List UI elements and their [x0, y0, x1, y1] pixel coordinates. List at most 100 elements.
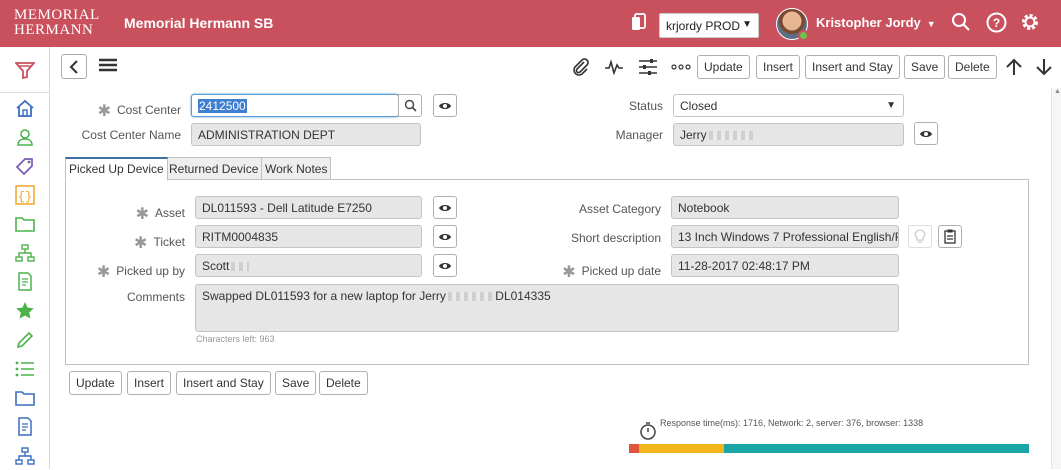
- nav-list[interactable]: [0, 354, 49, 383]
- cost-center-name-field: ADMINISTRATION DEPT: [191, 123, 421, 146]
- bottom-save-button[interactable]: Save: [275, 371, 317, 395]
- user-icon: [16, 128, 33, 146]
- ticket-preview-button[interactable]: [433, 225, 457, 248]
- required-asterisk-icon: ✱: [135, 206, 149, 223]
- nav-document[interactable]: [0, 267, 49, 296]
- user-instance-value: krjordy PROD: [666, 19, 741, 33]
- scroll-up-icon[interactable]: ▲: [1054, 88, 1061, 95]
- nav-document-2[interactable]: [0, 412, 49, 441]
- online-status-icon: [798, 30, 809, 41]
- update-button[interactable]: Update: [697, 55, 750, 79]
- characters-left: Characters left: 963: [196, 334, 275, 344]
- eye-icon: [439, 233, 451, 240]
- cost-center-name-label: Cost Center Name: [81, 128, 181, 142]
- chevron-down-icon: ▼: [886, 100, 896, 111]
- comments-text-2: DL014335: [495, 289, 551, 303]
- template-button[interactable]: [938, 225, 962, 248]
- nav-folder[interactable]: [0, 209, 49, 238]
- memorial-hermann-logo[interactable]: MEMORIAL HERMANN: [14, 8, 114, 40]
- response-time-text: Response time(ms): 1716, Network: 2, ser…: [660, 418, 924, 428]
- cost-center-input[interactable]: 2412500: [191, 94, 399, 117]
- manager-label: Manager: [615, 128, 663, 142]
- suggestion-button[interactable]: [908, 225, 932, 248]
- nav-edit[interactable]: [0, 325, 49, 354]
- list-icon: [15, 361, 34, 376]
- ticket-label: ✱ Ticket: [90, 231, 185, 252]
- left-navigation: {}: [0, 47, 50, 469]
- scrollbar[interactable]: ▲: [1051, 88, 1061, 469]
- folder-icon: [14, 390, 35, 406]
- nav-favorites[interactable]: [0, 296, 49, 325]
- bottom-update-button[interactable]: Update: [69, 371, 122, 395]
- tab-work-notes[interactable]: Work Notes: [261, 157, 332, 180]
- chevron-down-icon: ▼: [742, 19, 752, 30]
- picked-up-by-value: Scott: [202, 259, 230, 273]
- arrow-up-icon[interactable]: [1003, 56, 1025, 78]
- comments-textarea[interactable]: Swapped DL011593 for a new laptop for Je…: [195, 284, 899, 332]
- user-menu[interactable]: Kristopher Jordy ▼: [816, 15, 936, 30]
- picked-up-by-label-text: Picked up by: [116, 264, 185, 278]
- asset-preview-button[interactable]: [433, 196, 457, 219]
- delete-button[interactable]: Delete: [948, 55, 997, 79]
- asset-category-label: Asset Category: [578, 202, 661, 216]
- nav-user[interactable]: [0, 122, 49, 151]
- insert-and-stay-button[interactable]: Insert and Stay: [805, 55, 900, 79]
- form-toolbar: Update Insert Insert and Stay Save Delet…: [51, 47, 1061, 87]
- help-icon[interactable]: ?: [985, 11, 1007, 33]
- avatar[interactable]: [776, 8, 809, 41]
- more-options-icon[interactable]: [670, 56, 692, 78]
- back-button[interactable]: [61, 54, 87, 79]
- nav-hierarchy-2[interactable]: [0, 441, 49, 470]
- comments-text-1: Swapped DL011593 for a new laptop for Je…: [202, 289, 446, 303]
- braces-icon: {}: [14, 184, 35, 205]
- attachment-icon[interactable]: [570, 56, 592, 78]
- asset-category-field: Notebook: [671, 196, 899, 219]
- logo-line-1: MEMORIAL: [14, 7, 100, 23]
- nav-tag[interactable]: [0, 151, 49, 180]
- devices-icon[interactable]: [628, 11, 650, 33]
- nav-folder-2[interactable]: [0, 383, 49, 412]
- bottom-delete-button[interactable]: Delete: [319, 371, 368, 395]
- user-instance-select[interactable]: krjordy PROD ▼: [659, 13, 759, 38]
- picked-up-date-field: 11-28-2017 02:48:17 PM: [671, 254, 899, 277]
- lightbulb-icon: [914, 229, 926, 243]
- arrow-down-icon[interactable]: [1033, 56, 1055, 78]
- hamburger-icon: [99, 58, 117, 72]
- insert-button[interactable]: Insert: [756, 55, 801, 79]
- user-name: Kristopher Jordy: [816, 15, 921, 30]
- hierarchy-icon: [14, 446, 35, 465]
- document-icon: [17, 417, 32, 436]
- server-segment: [639, 444, 724, 453]
- tab-returned-device[interactable]: Returned Device: [165, 157, 263, 180]
- status-select[interactable]: Closed ▼: [673, 94, 904, 117]
- search-icon[interactable]: [950, 11, 972, 33]
- nav-home[interactable]: [0, 93, 49, 122]
- bottom-insert-and-stay-button[interactable]: Insert and Stay: [176, 371, 271, 395]
- cost-center-preview-button[interactable]: [433, 94, 457, 117]
- nav-braces[interactable]: {}: [0, 180, 49, 209]
- svg-text:{}: {}: [17, 190, 31, 204]
- picked-up-by-preview-button[interactable]: [433, 254, 457, 277]
- redacted-text: [447, 292, 492, 302]
- save-button[interactable]: Save: [904, 55, 946, 79]
- eye-icon: [439, 102, 451, 109]
- nav-hierarchy[interactable]: [0, 238, 49, 267]
- response-time-bar: [629, 444, 1029, 453]
- nav-filter[interactable]: [0, 47, 49, 93]
- eye-icon: [920, 130, 932, 137]
- ticket-label-text: Ticket: [153, 235, 185, 249]
- activity-icon[interactable]: [603, 56, 625, 78]
- required-asterisk-icon: ✱: [134, 235, 148, 252]
- tab-picked-up-device[interactable]: Picked Up Device: [65, 157, 168, 181]
- bottom-insert-button[interactable]: Insert: [127, 371, 172, 395]
- gear-icon[interactable]: [1019, 11, 1041, 33]
- context-menu-button[interactable]: [97, 56, 119, 78]
- required-asterisk-icon: ✱: [96, 264, 111, 281]
- settings-sliders-icon[interactable]: [637, 56, 659, 78]
- cost-center-lookup-button[interactable]: [398, 94, 422, 117]
- asset-field: DL011593 - Dell Latitude E7250: [195, 196, 422, 219]
- home-icon: [15, 99, 34, 117]
- asset-label: ✱ Asset: [90, 202, 185, 223]
- picked-up-by-field: Scott: [195, 254, 422, 277]
- manager-preview-button[interactable]: [914, 122, 938, 145]
